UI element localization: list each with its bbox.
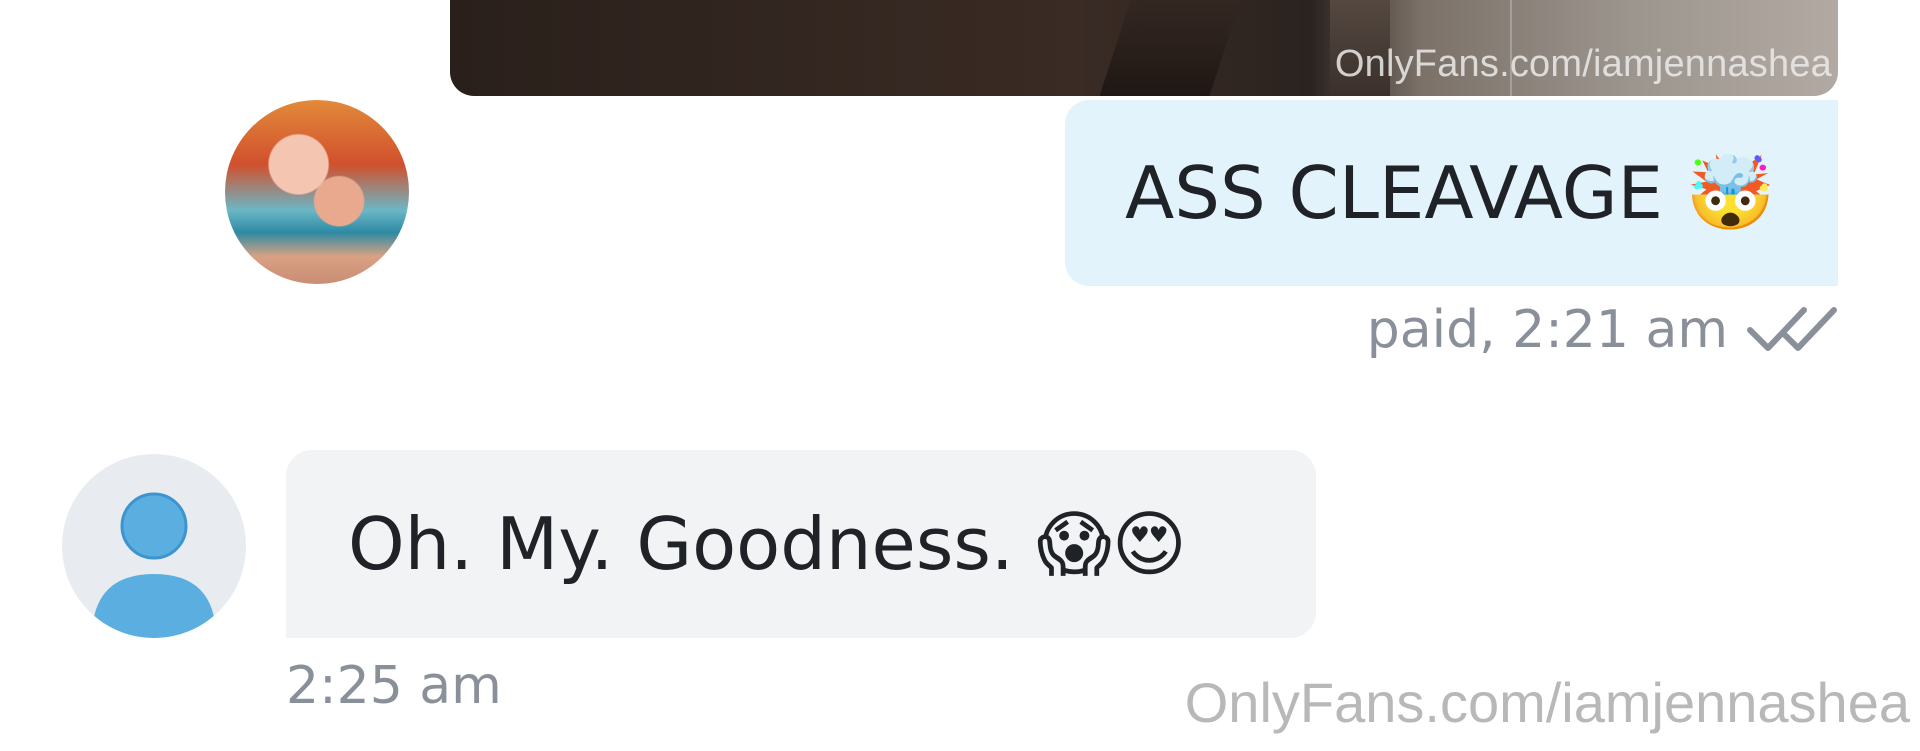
fan-avatar[interactable] <box>62 454 246 638</box>
user-icon <box>92 492 216 638</box>
double-check-icon <box>1746 304 1838 356</box>
sent-message-timestamp: paid, 2:21 am <box>1366 300 1728 360</box>
sent-message-meta: paid, 2:21 am <box>1367 300 1838 360</box>
media-watermark: OnlyFans.com/iamjennashea <box>1334 43 1832 85</box>
page-watermark: OnlyFans.com/iamjennashea <box>1184 671 1910 734</box>
sent-message-bubble[interactable]: ASS CLEAVAGE 🤯 <box>1065 100 1838 286</box>
media-image-region <box>1099 0 1251 96</box>
chat-thread: OnlyFans.com/iamjennashea ASS CLEAVAGE 🤯… <box>0 0 1920 751</box>
received-message-text: Oh. My. Goodness. 😱😍 <box>348 502 1187 586</box>
creator-avatar[interactable] <box>225 100 409 284</box>
sent-message-text: ASS CLEAVAGE 🤯 <box>1125 150 1776 235</box>
received-message-timestamp: 2:25 am <box>286 656 502 716</box>
received-message-bubble[interactable]: Oh. My. Goodness. 😱😍 <box>286 450 1316 638</box>
media-preview[interactable]: OnlyFans.com/iamjennashea <box>450 0 1838 96</box>
